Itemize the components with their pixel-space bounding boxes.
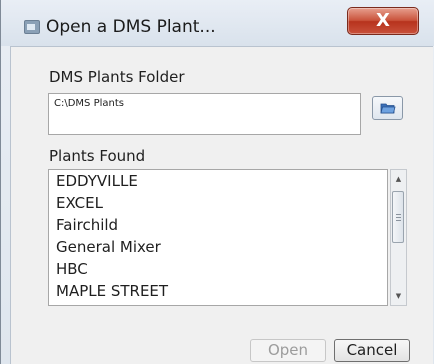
thumb-grip-icon bbox=[396, 220, 401, 221]
list-item[interactable]: Fairchild bbox=[56, 216, 118, 234]
window-title: Open a DMS Plant... bbox=[46, 17, 216, 37]
folder-open-icon bbox=[380, 103, 396, 114]
plants-list-scrollbar[interactable]: ▲ ▼ bbox=[390, 169, 407, 306]
scroll-up-icon[interactable]: ▲ bbox=[391, 171, 406, 187]
list-item[interactable]: HBC bbox=[56, 260, 88, 278]
plants-list[interactable]: EDDYVILLE EXCEL Fairchild General Mixer … bbox=[48, 169, 388, 306]
cancel-button[interactable]: Cancel bbox=[334, 339, 410, 362]
list-item[interactable]: General Mixer bbox=[56, 238, 161, 256]
dms-plants-folder-label: DMS Plants Folder bbox=[49, 68, 185, 86]
list-item[interactable]: EDDYVILLE bbox=[56, 172, 138, 190]
scroll-down-icon[interactable]: ▼ bbox=[391, 288, 406, 304]
list-item[interactable]: MAPLE STREET bbox=[56, 282, 168, 300]
title-bar[interactable]: Open a DMS Plant... X bbox=[1, 0, 434, 46]
browse-folder-button[interactable] bbox=[372, 96, 403, 120]
close-icon: X bbox=[376, 10, 390, 31]
plants-found-label: Plants Found bbox=[49, 147, 146, 165]
close-button[interactable]: X bbox=[347, 7, 419, 35]
scroll-thumb[interactable] bbox=[392, 191, 404, 243]
open-plant-dialog: Open a DMS Plant... X DMS Plants Folder … bbox=[0, 0, 434, 364]
dms-plants-folder-field[interactable]: C:\DMS Plants bbox=[48, 93, 361, 135]
thumb-grip-icon bbox=[396, 214, 401, 215]
thumb-grip-icon bbox=[396, 217, 401, 218]
app-window-icon bbox=[24, 20, 40, 34]
list-item[interactable]: EXCEL bbox=[56, 194, 103, 212]
folder-path-value: C:\DMS Plants bbox=[54, 98, 124, 109]
open-button[interactable]: Open bbox=[250, 339, 326, 362]
